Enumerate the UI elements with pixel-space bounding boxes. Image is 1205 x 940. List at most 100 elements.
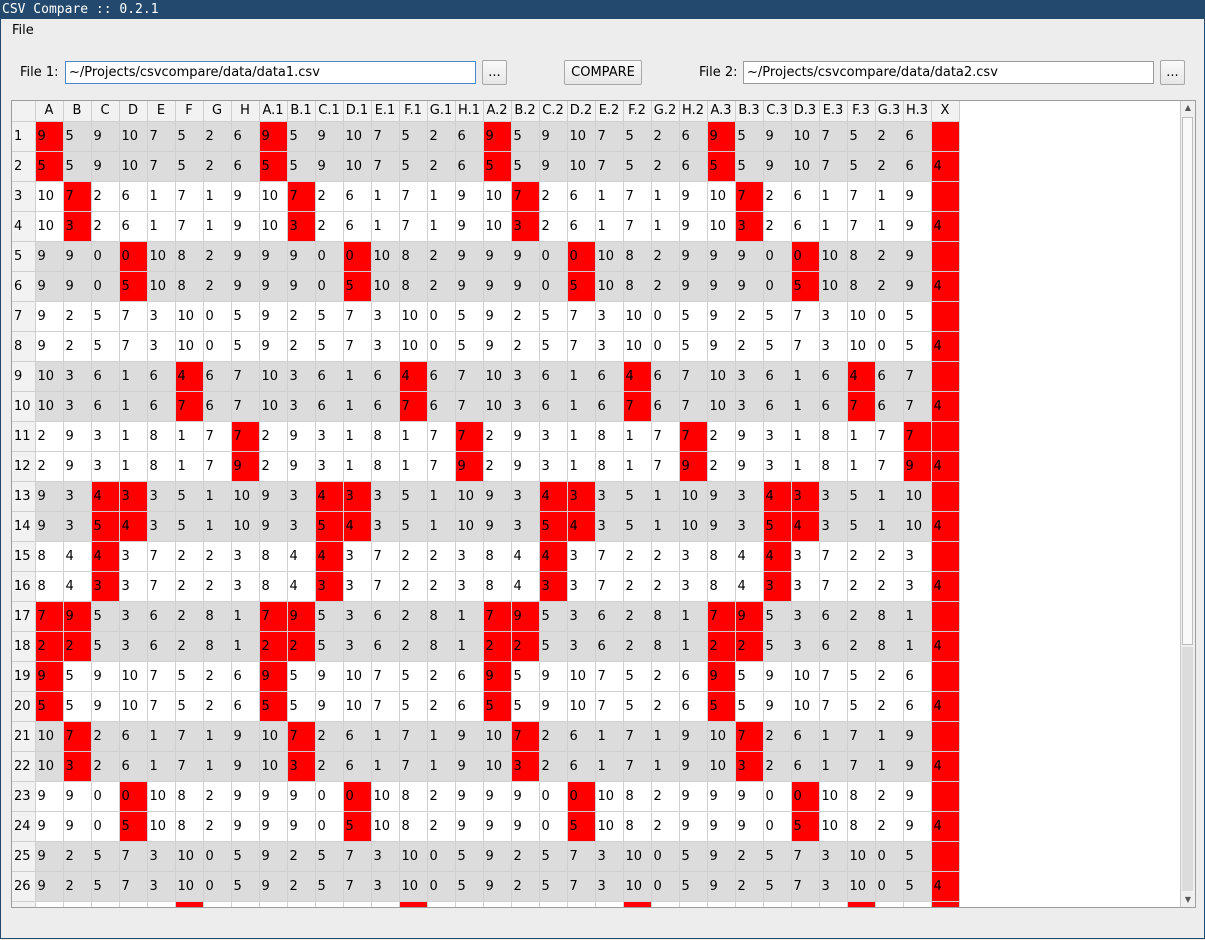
table-cell[interactable]: 2 [539, 751, 568, 782]
table-cell[interactable]: 8 [399, 781, 428, 812]
table-cell[interactable]: 6 [343, 211, 372, 242]
diff-cell[interactable]: 3 [511, 751, 540, 782]
table-cell[interactable]: 2 [763, 211, 792, 242]
table-cell[interactable]: 6 [595, 361, 624, 392]
table-cell[interactable]: 5 [763, 871, 792, 902]
table-cell[interactable]: 7 [343, 301, 372, 332]
compare-button[interactable]: COMPARE [564, 60, 642, 85]
table-cell[interactable]: 10 [707, 391, 736, 422]
table-cell[interactable]: 10 [35, 751, 64, 782]
table-cell[interactable]: 0 [875, 871, 904, 902]
table-cell[interactable]: 6 [567, 211, 596, 242]
table-cell[interactable]: 1 [623, 421, 652, 452]
diff-cell[interactable]: 4 [931, 871, 960, 902]
table-cell[interactable]: 9 [511, 271, 540, 302]
table-cell[interactable]: 5 [455, 871, 484, 902]
table-cell[interactable]: 10 [707, 751, 736, 782]
table-cell[interactable]: 10 [147, 811, 176, 842]
table-cell[interactable]: 6 [679, 121, 708, 152]
table-cell[interactable]: 9 [903, 781, 932, 812]
diff-cell[interactable]: 9 [455, 451, 484, 482]
table-cell[interactable]: 2 [735, 331, 764, 362]
table-cell[interactable]: 3 [819, 871, 848, 902]
table-cell[interactable]: 1 [651, 721, 680, 752]
table-cell[interactable]: 2 [735, 841, 764, 872]
diff-cell[interactable] [931, 241, 960, 272]
table-cell[interactable]: 9 [91, 151, 120, 182]
table-cell[interactable]: 6 [763, 361, 792, 392]
table-cell[interactable] [147, 901, 176, 907]
table-cell[interactable]: 6 [539, 391, 568, 422]
diff-cell[interactable]: 3 [763, 571, 792, 602]
table-cell[interactable]: 3 [819, 511, 848, 542]
row-header[interactable]: 20 [12, 691, 36, 722]
table-cell[interactable]: 5 [455, 301, 484, 332]
table-cell[interactable]: 10 [679, 511, 708, 542]
table-cell[interactable] [903, 901, 932, 907]
table-cell[interactable]: 1 [595, 721, 624, 752]
table-cell[interactable]: 0 [539, 241, 568, 272]
table-cell[interactable]: 1 [595, 211, 624, 242]
table-cell[interactable]: 2 [651, 811, 680, 842]
table-cell[interactable]: 5 [175, 151, 204, 182]
table-cell[interactable]: 5 [231, 871, 260, 902]
table-cell[interactable]: 5 [399, 481, 428, 512]
table-cell[interactable]: 5 [175, 121, 204, 152]
table-cell[interactable]: 7 [455, 391, 484, 422]
table-cell[interactable]: 6 [119, 751, 148, 782]
table-cell[interactable]: 1 [203, 721, 232, 752]
diff-cell[interactable]: 3 [91, 571, 120, 602]
table-cell[interactable]: 2 [203, 811, 232, 842]
table-cell[interactable]: 9 [707, 271, 736, 302]
table-cell[interactable]: 2 [427, 151, 456, 182]
table-cell[interactable]: 3 [539, 421, 568, 452]
table-cell[interactable]: 9 [35, 481, 64, 512]
table-cell[interactable]: 5 [287, 151, 316, 182]
table-cell[interactable]: 0 [315, 811, 344, 842]
diff-cell[interactable]: 0 [119, 781, 148, 812]
table-cell[interactable]: 9 [735, 811, 764, 842]
column-header[interactable]: B [63, 101, 92, 122]
table-cell[interactable]: 1 [791, 421, 820, 452]
table-cell[interactable]: 2 [623, 631, 652, 662]
table-cell[interactable]: 0 [91, 781, 120, 812]
diff-cell[interactable]: 2 [35, 631, 64, 662]
table-cell[interactable]: 6 [427, 361, 456, 392]
table-cell[interactable]: 9 [63, 451, 92, 482]
diff-cell[interactable]: 0 [343, 241, 372, 272]
table-cell[interactable]: 2 [875, 571, 904, 602]
table-cell[interactable]: 9 [903, 271, 932, 302]
table-cell[interactable]: 2 [399, 541, 428, 572]
table-cell[interactable]: 0 [315, 241, 344, 272]
table-cell[interactable]: 3 [63, 391, 92, 422]
diff-cell[interactable]: 3 [315, 571, 344, 602]
table-cell[interactable]: 9 [35, 271, 64, 302]
table-cell[interactable]: 10 [399, 871, 428, 902]
row-header[interactable]: 4 [12, 211, 36, 242]
table-cell[interactable]: 1 [847, 421, 876, 452]
diff-cell[interactable]: 4 [175, 361, 204, 392]
table-cell[interactable]: 5 [511, 151, 540, 182]
table-cell[interactable]: 6 [567, 181, 596, 212]
table-cell[interactable]: 1 [791, 451, 820, 482]
table-cell[interactable]: 2 [203, 151, 232, 182]
row-header[interactable]: 13 [12, 481, 36, 512]
table-cell[interactable]: 1 [203, 751, 232, 782]
diff-cell[interactable]: 4 [91, 481, 120, 512]
table-cell[interactable]: 7 [147, 691, 176, 722]
table-cell[interactable]: 0 [427, 841, 456, 872]
table-cell[interactable]: 9 [903, 751, 932, 782]
table-cell[interactable]: 10 [595, 781, 624, 812]
table-cell[interactable]: 7 [343, 871, 372, 902]
table-cell[interactable]: 2 [875, 661, 904, 692]
table-cell[interactable]: 8 [35, 571, 64, 602]
table-cell[interactable]: 7 [819, 151, 848, 182]
table-cell[interactable]: 9 [735, 241, 764, 272]
table-cell[interactable]: 3 [119, 631, 148, 662]
diff-cell[interactable] [931, 361, 960, 392]
column-header[interactable]: H [231, 101, 260, 122]
table-cell[interactable]: 1 [595, 181, 624, 212]
table-cell[interactable]: 7 [371, 151, 400, 182]
column-header[interactable]: C [91, 101, 120, 122]
table-cell[interactable]: 8 [483, 571, 512, 602]
